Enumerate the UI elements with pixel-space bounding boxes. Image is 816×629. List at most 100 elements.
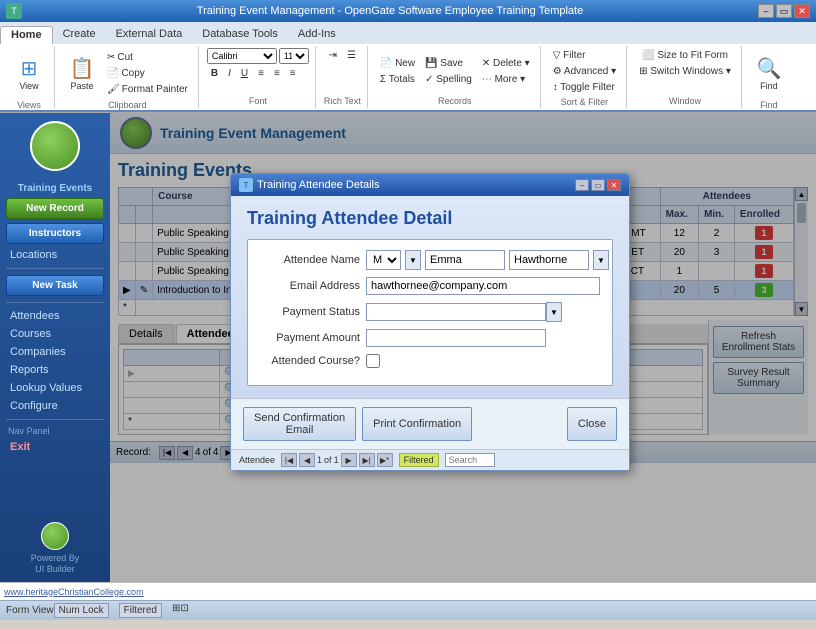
modal-search-input[interactable] [445,453,495,467]
form-view-label: Form View [6,605,54,616]
bold-btn[interactable]: B [207,66,222,81]
last-name-input[interactable] [509,250,589,270]
paste-icon: 📋 [70,56,95,81]
close-btn[interactable]: ✕ [794,4,810,18]
attendee-title-select[interactable]: Ms. Mr. Dr. [366,250,401,270]
font-size-select[interactable]: 11 [279,48,309,64]
modal-window: T Training Attendee Details – ▭ ✕ Traini… [230,173,630,471]
tab-database-tools[interactable]: Database Tools [192,26,288,44]
find-ribbon-btn[interactable]: 🔍 Find [750,48,788,98]
payment-amount-input[interactable] [366,329,546,347]
restore-btn[interactable]: ▭ [776,4,792,18]
modal-title-bar: T Training Attendee Details – ▭ ✕ [231,174,629,196]
new-record-btn[interactable]: New Record [6,198,104,219]
switch-windows-btn[interactable]: ⊞ Switch Windows ▾ [635,64,735,79]
exit-btn[interactable]: Exit [0,438,110,456]
list-btn[interactable]: ☰ [343,48,360,63]
ribbon-group-views: ⊞ View Views [4,46,55,108]
format-painter-btn[interactable]: 🖌 Format Painter [103,82,192,97]
spelling-btn[interactable]: ✓ Spelling [421,72,476,87]
print-confirmation-btn[interactable]: Print Confirmation [362,407,472,441]
send-confirmation-btn[interactable]: Send Confirmation Email [243,407,356,441]
advanced-btn[interactable]: ⚙ Advanced ▾ [549,64,620,79]
align-right-btn[interactable]: ≡ [286,66,300,81]
ribbon-group-rich-text: ⇥ ☰ Rich Text [318,46,368,108]
tab-home[interactable]: Home [0,26,53,44]
totals-btn[interactable]: Σ Totals [376,72,419,87]
modal-nav-new[interactable]: ▶* [377,453,393,467]
bottom-bar: Form View Num Lock Filtered ⊞⊡ [0,600,816,620]
find-label: Find [760,81,778,91]
size-to-fit-btn[interactable]: ⬜ Size to Fit Form [638,48,732,63]
modal-attendee-label: Attendee [239,455,275,465]
payment-status-arrow[interactable]: ▼ [546,302,562,322]
view-icon: ⊞ [21,56,38,81]
sidebar: Training Events New Record Instructors L… [0,113,110,582]
modal-nav-first[interactable]: |◀ [281,453,297,467]
first-name-input[interactable] [425,250,505,270]
delete-btn[interactable]: ✕ Delete ▾ [478,56,534,71]
modal-title-text: Training Attendee Details [257,179,380,191]
new-task-btn[interactable]: New Task [6,275,104,296]
email-input[interactable] [366,277,600,295]
tab-external-data[interactable]: External Data [106,26,193,44]
sidebar-item-lookup-values[interactable]: Lookup Values [0,379,110,397]
font-group-label: Font [207,94,309,106]
sidebar-section-title: Training Events [0,179,110,196]
modal-nav-prev[interactable]: ◀ [299,453,315,467]
url-bar[interactable]: www.heritageChristianCollege.com [0,582,816,600]
modal-main-title: Training Attendee Detail [247,208,613,229]
save-btn[interactable]: 💾 Save [421,56,476,71]
attended-checkbox[interactable] [366,354,380,368]
view-btn[interactable]: ⊞ View [10,48,48,98]
ribbon-group-find: 🔍 Find Find [744,46,794,108]
indent-btn[interactable]: ⇥ [325,48,341,63]
payment-status-label: Payment Status [260,306,360,318]
sidebar-footer: Powered ByUI Builder [0,516,110,582]
sidebar-item-courses[interactable]: Courses [0,325,110,343]
sidebar-logo [30,121,80,171]
font-family-select[interactable]: Calibri [207,48,277,64]
sidebar-item-locations[interactable]: Locations [0,246,110,264]
modal-minimize-btn[interactable]: – [575,179,589,191]
modal-close-btn[interactable]: Close [567,407,617,441]
sidebar-item-reports[interactable]: Reports [0,361,110,379]
ribbon-content: ⊞ View Views 📋 Paste ✂ Cut 📄 Copy 🖌 Form… [0,44,816,112]
more-btn[interactable]: ⋯ More ▾ [478,72,534,87]
app-title: Training Event Management - OpenGate Sof… [22,5,758,17]
minimize-btn[interactable]: – [758,4,774,18]
modal-status-bar: Attendee |◀ ◀ 1 of 1 ▶ ▶| ▶* Filtered [231,449,629,470]
modal-title-icon: T [239,178,253,192]
align-center-btn[interactable]: ≡ [270,66,284,81]
copy-btn[interactable]: 📄 Copy [103,66,192,81]
align-left-btn[interactable]: ≡ [254,66,268,81]
footer-text: Powered ByUI Builder [6,553,104,576]
url-text: www.heritageChristianCollege.com [4,587,144,597]
new-record-ribbon-btn[interactable]: 📄 New [376,56,419,71]
instructors-btn[interactable]: Instructors [6,223,104,244]
modal-close-x-btn[interactable]: ✕ [607,179,621,191]
tab-add-ins[interactable]: Add-Ins [288,26,346,44]
modal-nav-last[interactable]: ▶| [359,453,375,467]
filtered-badge[interactable]: Filtered [399,453,439,467]
sidebar-item-attendees[interactable]: Attendees [0,307,110,325]
toggle-filter-btn[interactable]: ↕ Toggle Filter [549,80,620,95]
ribbon-group-font: Calibri 11 B I U ≡ ≡ ≡ Font [201,46,316,108]
sidebar-divider-2 [6,302,104,303]
filter-btn[interactable]: ▽ Filter [549,48,620,63]
cut-btn[interactable]: ✂ Cut [103,50,192,65]
paste-btn[interactable]: 📋 Paste [63,48,101,98]
modal-nav-next[interactable]: ▶ [341,453,357,467]
paste-label: Paste [70,81,93,91]
attendee-name-field-group: Ms. Mr. Dr. ▼ ▼ [366,250,609,270]
sidebar-item-configure[interactable]: Configure [0,397,110,415]
sidebar-item-companies[interactable]: Companies [0,343,110,361]
title-dropdown-arrow[interactable]: ▼ [405,250,421,270]
lastname-dropdown-arrow[interactable]: ▼ [593,250,609,270]
underline-btn[interactable]: U [237,66,252,81]
form-row-attended: Attended Course? [260,354,600,368]
tab-create[interactable]: Create [53,26,106,44]
modal-restore-btn[interactable]: ▭ [591,179,605,191]
italic-btn[interactable]: I [224,66,235,81]
payment-status-input[interactable] [366,303,546,321]
